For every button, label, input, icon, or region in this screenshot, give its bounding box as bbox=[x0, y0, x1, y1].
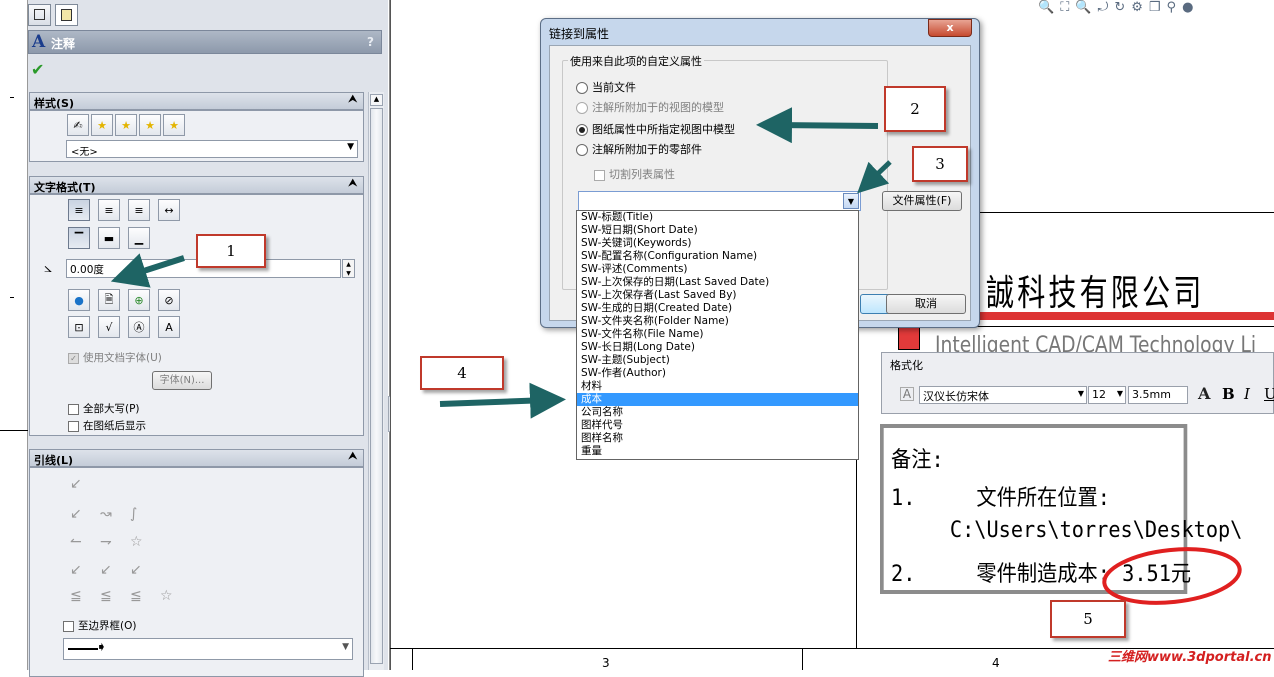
arrow-1 bbox=[110, 253, 185, 288]
callout-3: 3 bbox=[912, 146, 968, 182]
arrow-3 bbox=[857, 160, 892, 194]
callout-4: 4 bbox=[420, 356, 504, 390]
callout-2: 2 bbox=[884, 86, 946, 132]
annotation-arrows bbox=[110, 107, 892, 419]
callout-5: 5 bbox=[1050, 600, 1126, 638]
callout-1: 1 bbox=[196, 234, 266, 268]
arrow-2 bbox=[756, 107, 879, 144]
arrow-4 bbox=[439, 382, 566, 419]
